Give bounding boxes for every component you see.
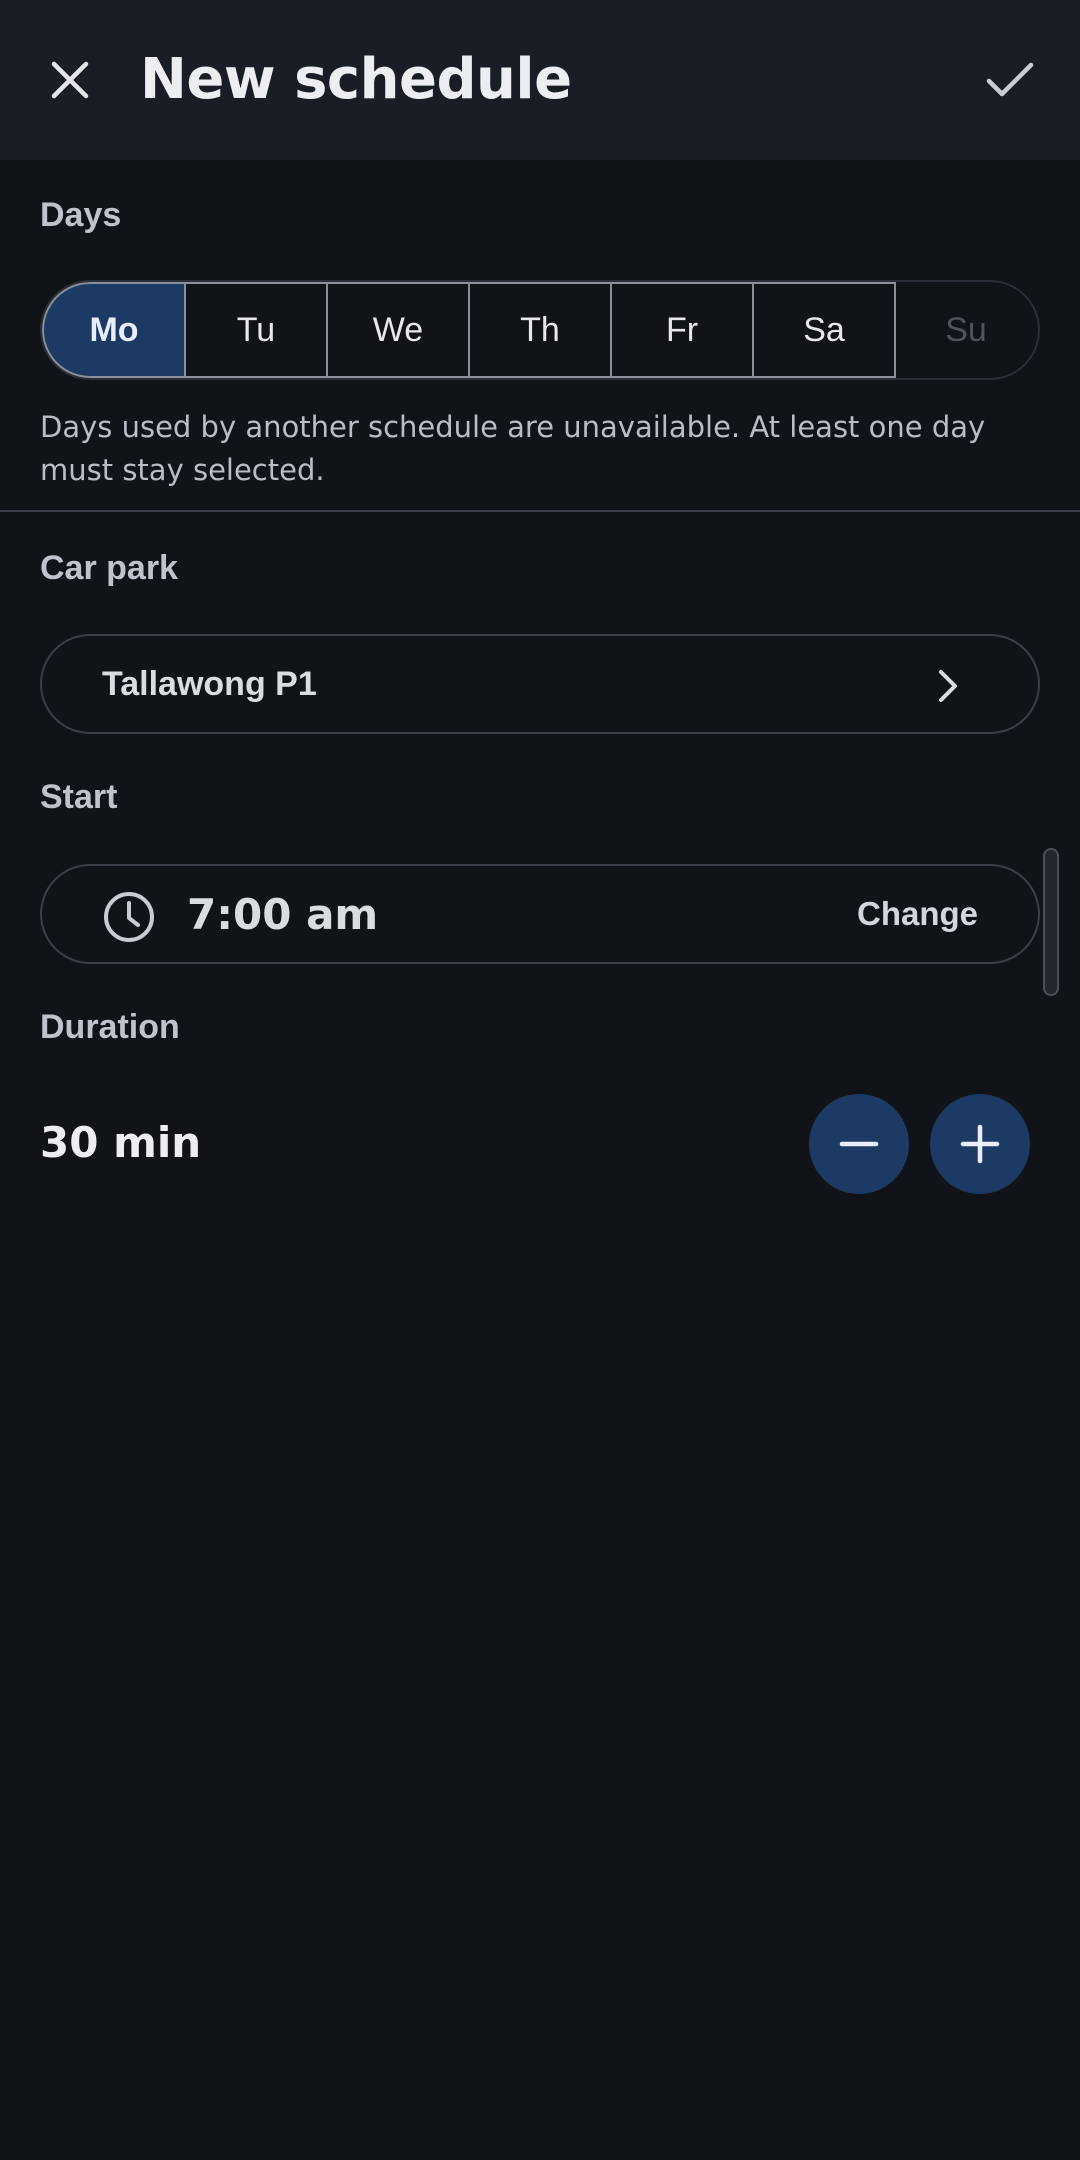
carpark-selector[interactable]: Tallawong P1 xyxy=(40,634,1040,734)
minus-icon xyxy=(839,1141,879,1147)
day-wednesday[interactable]: We xyxy=(326,282,470,378)
increase-duration-button[interactable] xyxy=(930,1094,1030,1194)
carpark-label: Car park xyxy=(40,549,178,587)
check-icon xyxy=(986,62,1034,97)
top-app-bar: New schedule xyxy=(0,0,1080,160)
day-sunday: Su xyxy=(945,310,987,349)
day-friday[interactable]: Fr xyxy=(610,282,754,378)
clock-icon xyxy=(104,892,154,942)
close-button[interactable] xyxy=(30,40,110,120)
days-hint: Days used by another schedule are unavai… xyxy=(40,410,986,487)
close-icon xyxy=(51,61,89,99)
change-start-button[interactable]: Change xyxy=(857,895,978,933)
scrollbar[interactable] xyxy=(1043,848,1059,996)
duration-value: 30 min xyxy=(40,1118,202,1167)
chevron-right-icon xyxy=(939,670,957,702)
days-label: Days xyxy=(40,196,122,234)
start-label: Start xyxy=(40,778,118,816)
carpark-value: Tallawong P1 xyxy=(102,664,317,703)
page-title: New schedule xyxy=(140,47,572,112)
save-button[interactable] xyxy=(970,40,1050,120)
day-monday[interactable]: Mo xyxy=(42,282,186,378)
start-time-value: 7:00 am xyxy=(187,889,379,939)
app-screen: New schedule Days Mo Tu We Th Fr Sa Su D… xyxy=(0,0,1080,2160)
plus-icon xyxy=(960,1124,1000,1164)
day-saturday[interactable]: Sa xyxy=(752,282,896,378)
days-selector: Mo Tu We Th Fr Sa Su xyxy=(40,280,1040,380)
section-divider xyxy=(0,510,1080,512)
start-time-selector[interactable]: 7:00 am Change xyxy=(40,864,1040,964)
duration-label: Duration xyxy=(40,1008,180,1046)
day-thursday[interactable]: Th xyxy=(468,282,612,378)
day-tuesday[interactable]: Tu xyxy=(184,282,328,378)
decrease-duration-button[interactable] xyxy=(809,1094,909,1194)
